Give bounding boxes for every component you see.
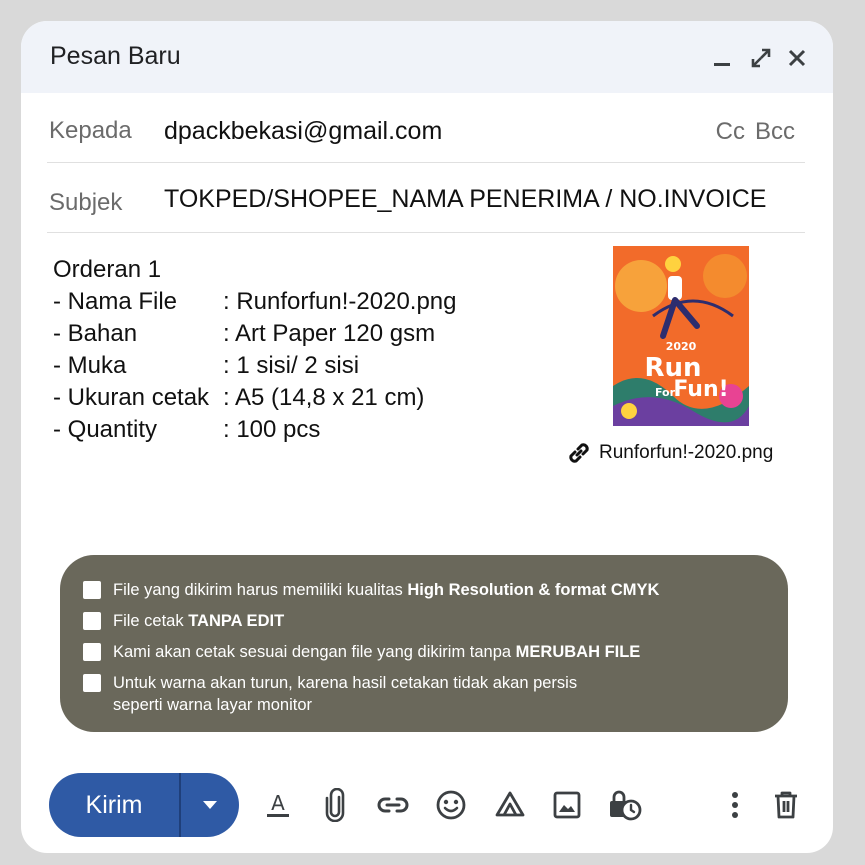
to-label: Kepada [49, 117, 132, 144]
bcc-link[interactable]: Bcc [755, 118, 795, 146]
body-line: - Ukuran cetak : A5 (14,8 x 21 cm) [53, 382, 457, 414]
field-value: : 1 sisi/ 2 sisi [223, 352, 360, 379]
send-options-button[interactable] [181, 773, 239, 837]
message-body[interactable]: Orderan 1 - Nama File : Runforfun!-2020.… [53, 254, 457, 446]
photo-icon[interactable] [547, 785, 587, 825]
checklist-item: File cetak TANPA EDIT [83, 610, 284, 632]
attach-icon[interactable] [315, 785, 355, 825]
expand-icon[interactable] [746, 43, 776, 73]
body-heading: Orderan 1 [53, 256, 162, 283]
field-value: : A5 (14,8 x 21 cm) [223, 384, 425, 411]
field-key: - Nama File [53, 288, 178, 315]
field-key: - Quantity [53, 416, 158, 443]
attachment-link[interactable]: Runforfun!-2020.png [565, 439, 773, 467]
checklist-item: File yang dikirim harus memiliki kualita… [83, 579, 659, 601]
body-line: - Nama File : Runforfun!-2020.png [53, 286, 457, 318]
body-line: - Muka : 1 sisi/ 2 sisi [53, 350, 457, 382]
field-key: - Ukuran cetak [53, 384, 210, 411]
body-line: - Bahan : Art Paper 120 gsm [53, 318, 457, 350]
field-value: : 100 pcs [223, 416, 321, 443]
field-key: - Bahan [53, 320, 138, 347]
body-line: - Quantity : 100 pcs [53, 414, 457, 446]
send-button-group: Kirim [49, 773, 239, 837]
checkbox[interactable] [83, 643, 101, 661]
subject-row: Subjek TOKPED/SHOPEE_NAMA PENERIMA / NO.… [21, 163, 833, 233]
title-bar: Pesan Baru [21, 21, 833, 93]
subject-label: Subjek [49, 189, 123, 216]
chevron-down-icon [203, 801, 217, 809]
field-key: - Muka [53, 352, 127, 379]
checklist-text: Kami akan cetak sesuai dengan file yang … [113, 643, 641, 661]
divider [47, 232, 805, 233]
window-title: Pesan Baru [50, 42, 181, 70]
minimize-icon[interactable] [707, 43, 737, 73]
link-icon[interactable] [373, 785, 413, 825]
send-button[interactable]: Kirim [49, 773, 179, 837]
poster-illustration: 2020 Run For Fun! [613, 246, 749, 426]
to-field[interactable]: dpackbekasi@gmail.com [164, 117, 442, 146]
attachment-filename: Runforfun!-2020.png [599, 442, 774, 463]
checklist-text: Untuk warna akan turun, karena hasil cet… [113, 674, 578, 714]
field-value: : Art Paper 120 gsm [223, 320, 436, 347]
attachment-thumbnail[interactable]: 2020 Run For Fun! [613, 246, 749, 426]
field-value: : Runforfun!-2020.png [223, 288, 457, 315]
print-notice-box: File yang dikirim harus memiliki kualita… [60, 555, 788, 732]
svg-text:A: A [271, 791, 285, 815]
to-row: Kepada dpackbekasi@gmail.com Cc Bcc [21, 93, 833, 163]
emoji-icon[interactable] [431, 785, 471, 825]
cc-bcc-links: Cc Bcc [716, 118, 795, 146]
compose-window: Pesan Baru Kepada dpackbekasi@gmail.com … [21, 21, 833, 853]
checkbox[interactable] [83, 581, 101, 599]
checklist-item: Kami akan cetak sesuai dengan file yang … [83, 641, 640, 663]
checkbox[interactable] [83, 612, 101, 630]
checklist-item: Untuk warna akan turun, karena hasil cet… [83, 672, 577, 716]
checklist-text: File cetak TANPA EDIT [113, 612, 285, 630]
drive-icon[interactable] [490, 785, 530, 825]
link-icon [569, 443, 589, 463]
format-text-icon[interactable]: A [258, 785, 298, 825]
more-options-icon[interactable] [715, 785, 755, 825]
cc-link[interactable]: Cc [716, 118, 745, 146]
checkbox[interactable] [83, 674, 101, 692]
poster-title-fun: Fun! [673, 377, 728, 402]
close-icon[interactable] [782, 43, 812, 73]
trash-icon[interactable] [766, 785, 806, 825]
subject-field[interactable]: TOKPED/SHOPEE_NAMA PENERIMA / NO.INVOICE [164, 185, 766, 214]
confidential-icon[interactable] [605, 785, 645, 825]
checklist-text: File yang dikirim harus memiliki kualita… [113, 581, 660, 599]
poster-year: 2020 [666, 340, 697, 353]
